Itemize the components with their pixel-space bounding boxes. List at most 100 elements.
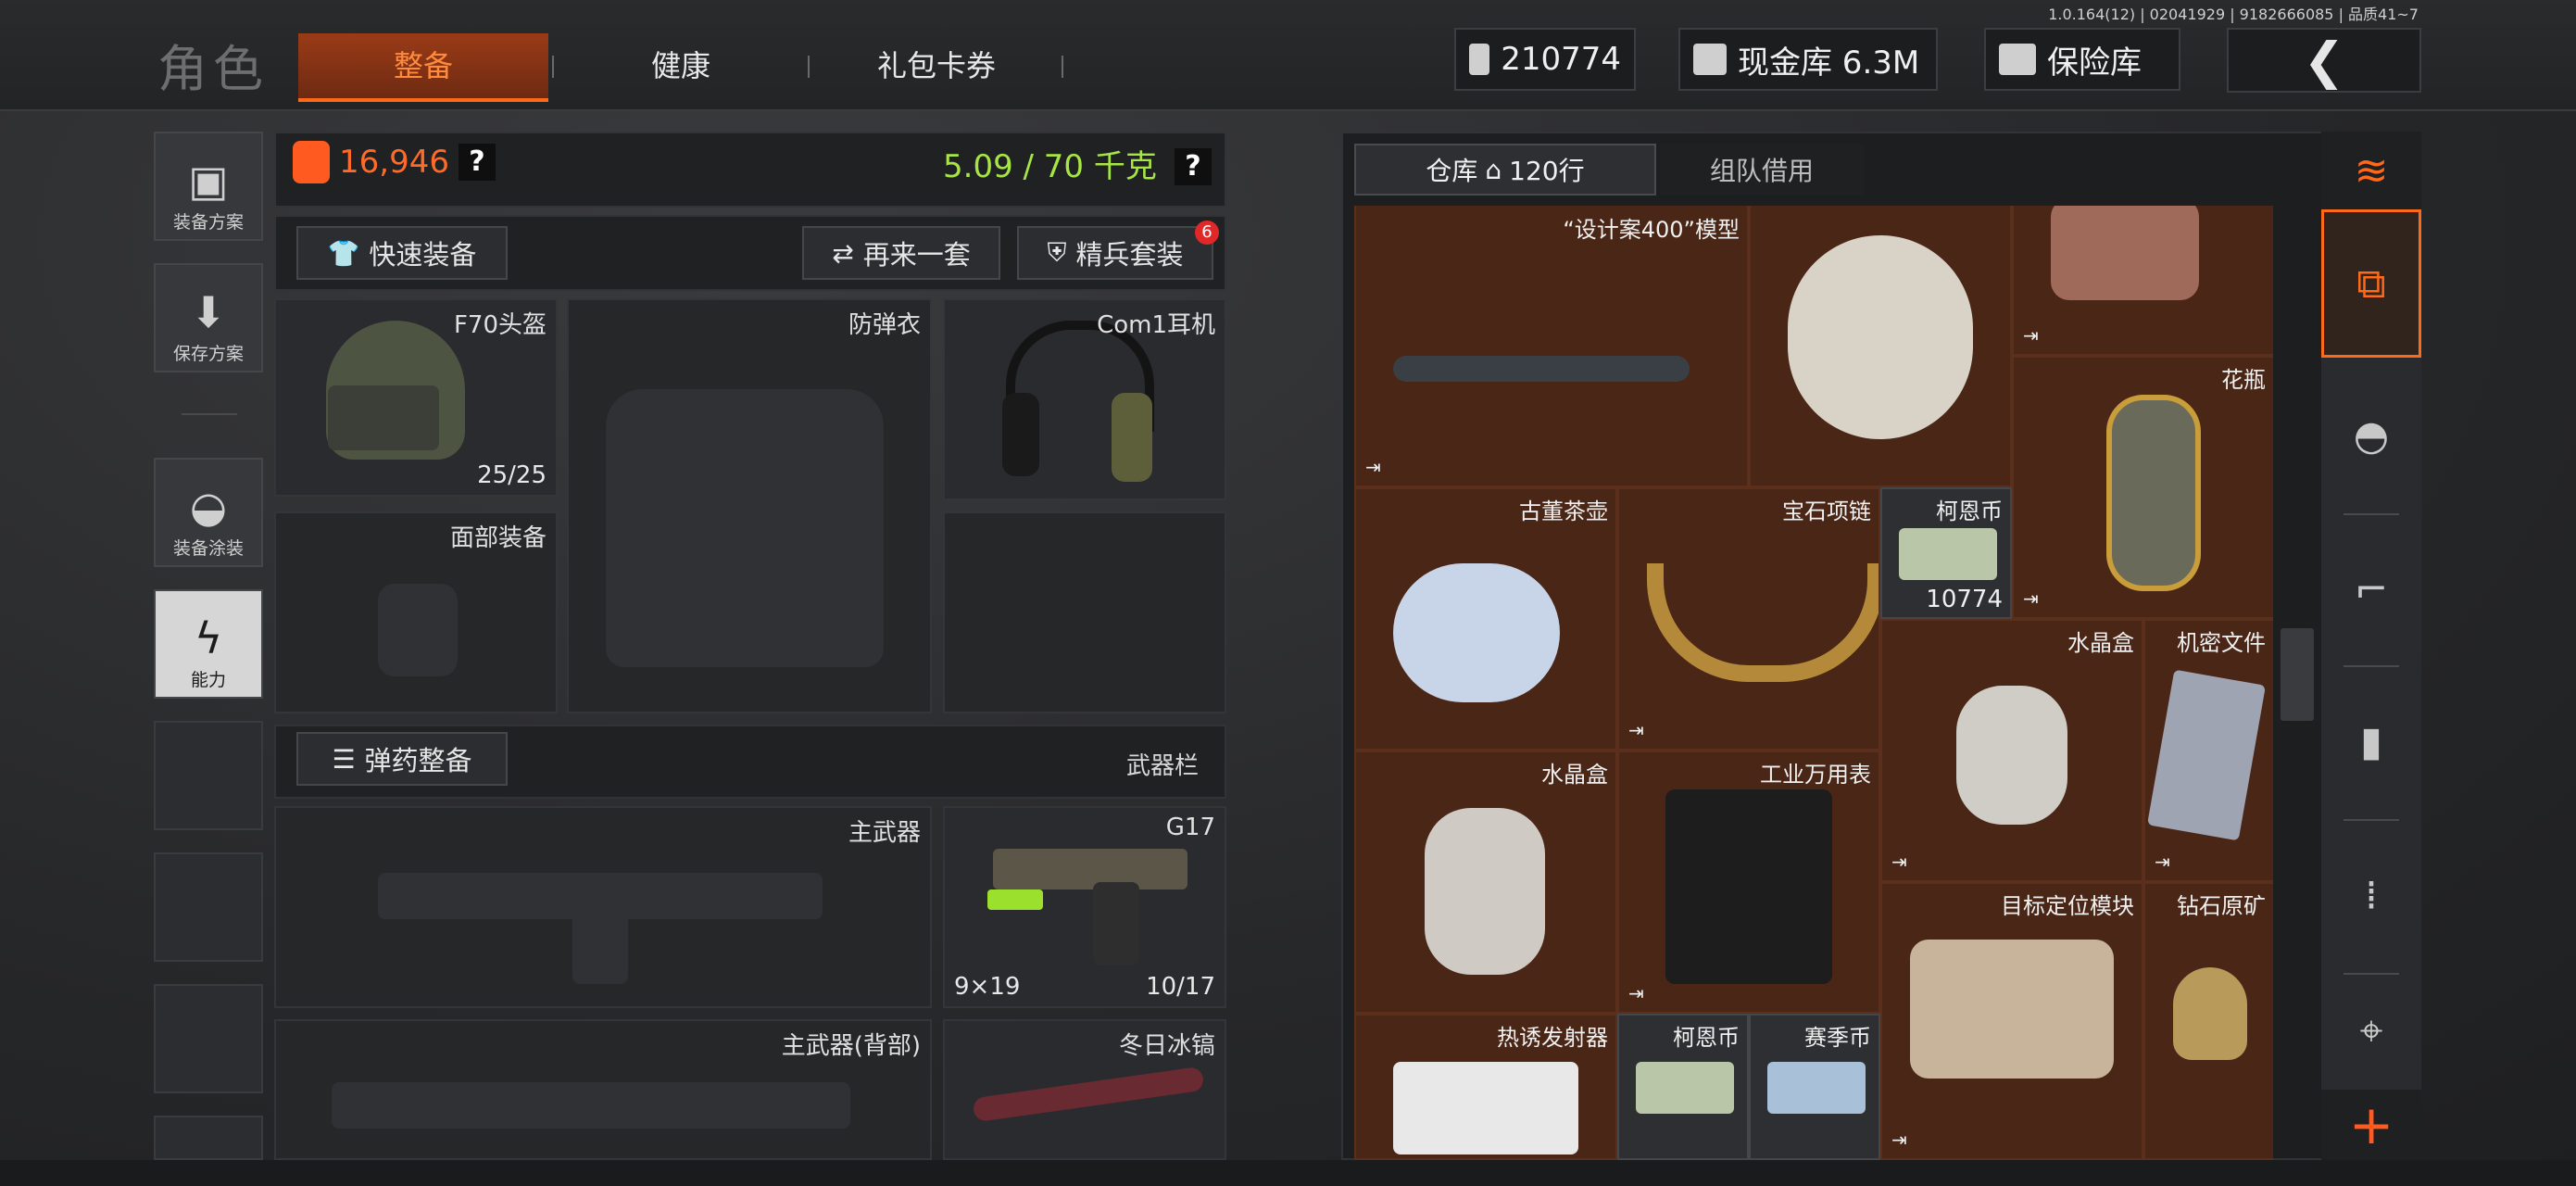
quick-equip-button[interactable]: 👕 快速装备 [296, 226, 508, 280]
tab-storage[interactable]: 仓库 ⌂ 120行 [1354, 144, 1656, 196]
safe-box-button[interactable]: 保险库 [1984, 28, 2180, 91]
headset-label: Com1耳机 [1097, 311, 1215, 339]
tab-equip-label: 整备 [393, 48, 453, 83]
add-button[interactable]: + [2321, 1090, 2421, 1160]
grid-item[interactable]: 古董茶壶 [1354, 487, 1617, 751]
filter-scope-button[interactable]: ⌖ [2321, 975, 2421, 1086]
face-slot[interactable]: 面部装备 [274, 511, 558, 713]
help-icon[interactable]: ? [1175, 148, 1212, 185]
grid-item[interactable]: 热诱发射器 [1354, 1014, 1617, 1160]
tab-divider [1062, 56, 1063, 78]
primary-weapon-slot[interactable]: 主武器 [274, 806, 932, 1008]
warehouse-scrollbar[interactable] [2281, 628, 2314, 721]
paint-button[interactable]: ◒ 装备涂装 [154, 458, 263, 567]
grid-item[interactable]: 柯恩币 [1617, 1014, 1749, 1160]
tab-team-borrow[interactable]: 组队借用 [1660, 144, 1864, 196]
tab-gift[interactable]: 礼包卡券 [811, 33, 1062, 98]
grid-item[interactable]: 机密文件 ⇥ [2143, 619, 2273, 882]
grid-item[interactable] [1749, 206, 2012, 487]
filter-all-button[interactable]: ⧉ [2321, 209, 2421, 358]
armor-value-text: 16,946 [339, 144, 449, 181]
item-name: 机密文件 [2177, 630, 2266, 656]
ability-label: 能力 [190, 670, 226, 690]
helmet-icon: ◓ [2353, 411, 2390, 460]
currency-value: 210774 [1501, 41, 1621, 78]
ability-button[interactable]: ϟ 能力 [154, 589, 263, 699]
helmet-label: F70头盔 [453, 311, 547, 339]
raw-diamond-image [2173, 967, 2247, 1060]
again-button[interactable]: ⇄ 再来一套 [802, 226, 1000, 280]
grid-item[interactable]: “设计案400”模型 ⇥ [1354, 206, 1749, 487]
sort-button[interactable]: ≋ [2321, 132, 2421, 209]
lightning-icon: ϟ [194, 613, 223, 663]
targeting-module-image [1910, 940, 2114, 1079]
scope-icon: ⌖ [2359, 1006, 2383, 1054]
earcup-left [1002, 393, 1039, 476]
helmet-slot[interactable]: F70头盔 25/25 [274, 298, 558, 497]
quick-equip-label: 快速装备 [369, 239, 477, 271]
item-name: “设计案400”模型 [1563, 217, 1740, 243]
filter-rifle-button[interactable]: ⌐ [2321, 515, 2421, 663]
bullet-icon: ⁞ [2365, 871, 2378, 919]
necklace-image [1647, 563, 1879, 682]
save-plan-button[interactable]: ⬇ 保存方案 [154, 263, 263, 372]
ammo-equip-button[interactable]: ☰ 弹药整备 [296, 732, 508, 786]
melee-slot[interactable]: 冬日冰镐 [943, 1019, 1226, 1160]
melee-label: 冬日冰镐 [1118, 1032, 1215, 1060]
jet-model-image [1393, 356, 1690, 382]
grid-item[interactable]: 柯恩币 10774 [1880, 487, 2012, 619]
filter-helmet-button[interactable]: ◓ [2321, 361, 2421, 510]
help-icon[interactable]: ? [458, 144, 496, 181]
grid-item[interactable]: 目标定位模块 ⇥ [1880, 882, 2143, 1160]
grid-item[interactable]: 水晶盒 [1354, 751, 1617, 1014]
move-icon: ⇥ [2023, 587, 2039, 610]
primary-back-slot[interactable]: 主武器(背部) [274, 1019, 932, 1160]
refresh-icon: ⇄ [832, 237, 854, 269]
move-icon: ⇥ [1365, 456, 1381, 478]
grid-item[interactable]: 工业万用表 ⇥ [1617, 751, 1880, 1014]
pistol-light [987, 890, 1043, 910]
helmet-durability: 25/25 [477, 461, 547, 489]
tab-equip[interactable]: 整备 [298, 33, 548, 102]
grid-item[interactable]: 水晶盒 ⇥ [1880, 619, 2143, 882]
shield-icon: ⛨ [1047, 237, 1067, 268]
rolled-carpet-image [2051, 206, 2199, 300]
item-count: 10774 [1926, 586, 2003, 613]
back-button[interactable]: ❮ [2227, 28, 2421, 93]
version-text: 1.0.164(12) | 02041929 | 9182666085 | 品质… [2048, 6, 2419, 23]
rifle-magazine [572, 910, 628, 984]
ammo-list-icon: ☰ [332, 743, 356, 775]
earcup-right [1112, 393, 1152, 482]
tab-health[interactable]: 健康 [556, 33, 806, 98]
filter-ammo-button[interactable]: ⁞ [2321, 821, 2421, 969]
headset-slot[interactable]: Com1耳机 [943, 298, 1226, 500]
item-name: 水晶盒 [1541, 762, 1608, 788]
grid-item[interactable]: 花瓶 ⇥ [2012, 356, 2273, 619]
crystal-box-image [1425, 808, 1545, 975]
pistol-slot[interactable]: G17 9×19 10/17 [943, 806, 1226, 1008]
grid-item[interactable]: 钻石原矿 [2143, 882, 2273, 1160]
tab-gift-label: 礼包卡券 [876, 48, 996, 83]
vest-label: 防弹衣 [848, 311, 921, 339]
grid-item[interactable]: 赛季币 [1749, 1014, 1880, 1160]
grid-item[interactable]: ⇥ [2012, 206, 2273, 356]
cash-vault-button[interactable]: 现金库 6.3M [1678, 28, 1938, 91]
porcelain-jar-image [1788, 235, 1973, 439]
pickaxe-shape [972, 1066, 1205, 1123]
pistol-label: G17 [1165, 814, 1215, 841]
loadout-plan-label: 装备方案 [172, 212, 244, 233]
vest-slot[interactable]: 防弹衣 [567, 298, 932, 713]
extra-slot[interactable] [943, 511, 1226, 713]
grid-item[interactable]: 宝石项链 ⇥ [1617, 487, 1880, 751]
shirt-icon: 👕 [327, 237, 360, 269]
primary-label: 主武器 [848, 819, 921, 847]
cash-vault-label: 现金库 6.3M [1738, 44, 1920, 82]
filter-magazine-button[interactable]: ▮ [2321, 667, 2421, 815]
item-name: 热诱发射器 [1497, 1025, 1608, 1051]
tab-health-label: 健康 [650, 48, 710, 83]
helmet-paint-icon: ◒ [189, 482, 228, 532]
loadout-plan-button[interactable]: ▣ 装备方案 [154, 132, 263, 241]
elite-set-button[interactable]: ⛨ 精兵套装 [1017, 226, 1213, 280]
primary-back-label: 主武器(背部) [781, 1032, 921, 1060]
empty-slot [154, 984, 263, 1093]
